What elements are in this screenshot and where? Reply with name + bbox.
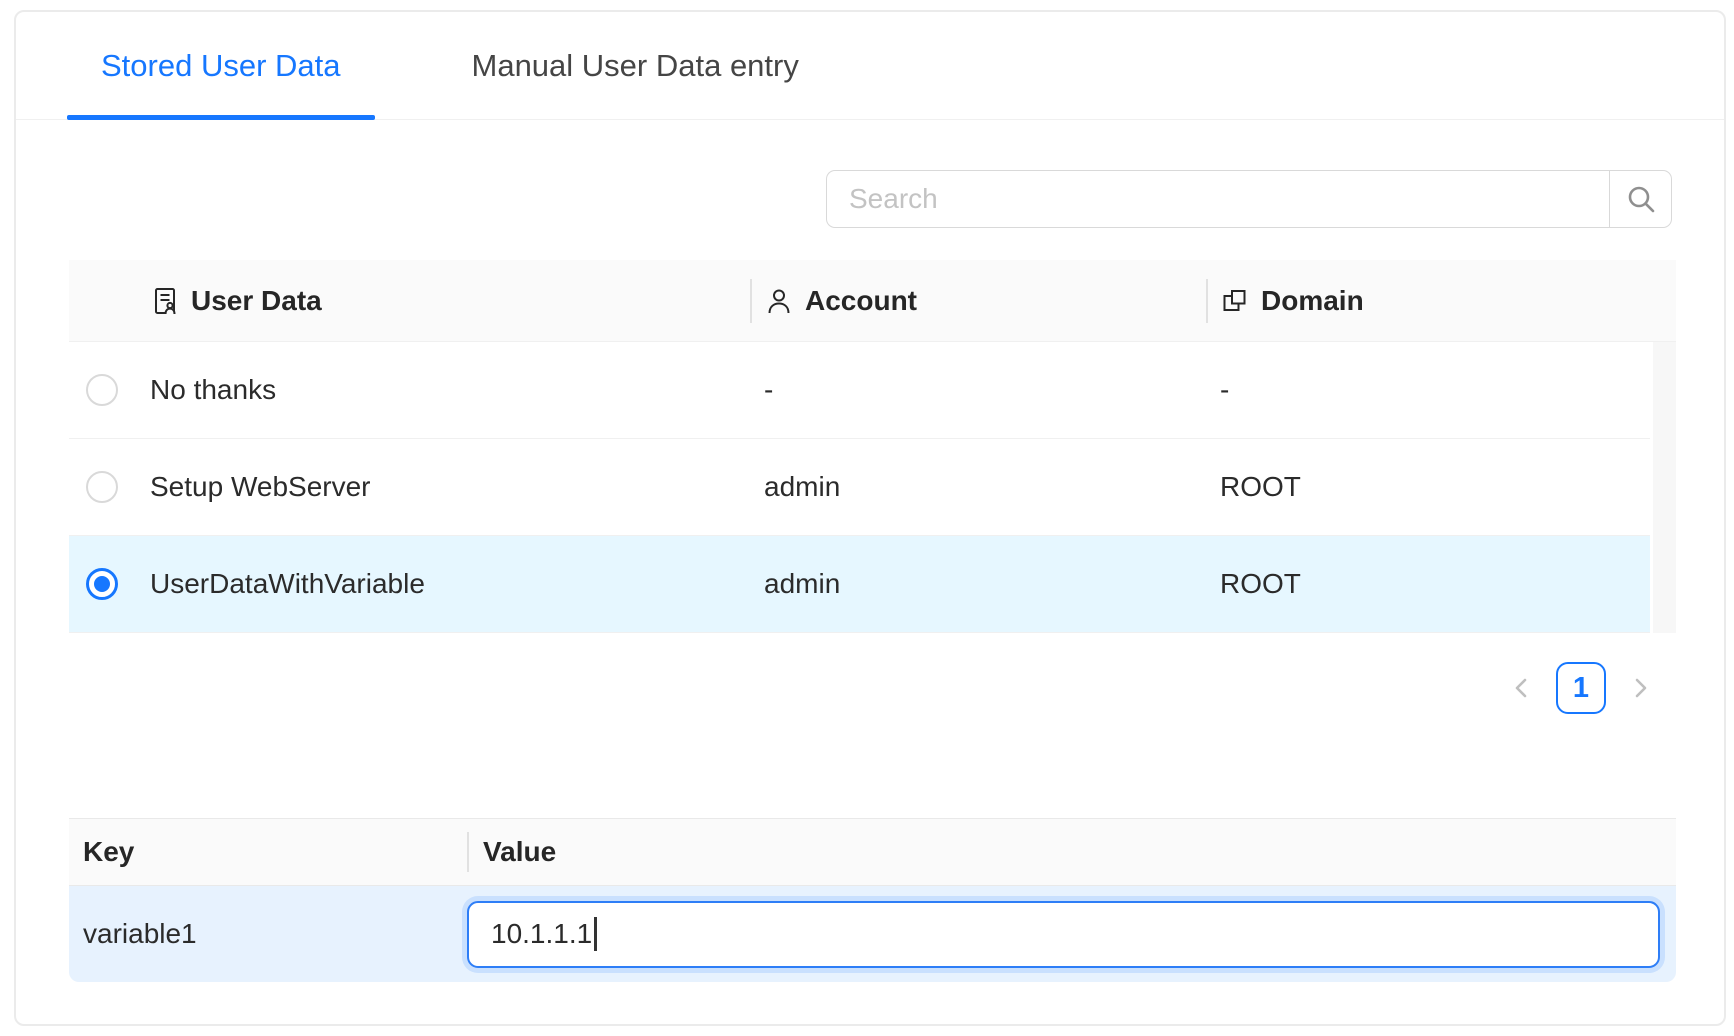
pagination-prev-button[interactable] [1504,670,1540,706]
tab-label: Stored User Data [101,48,341,84]
column-header-account: Account [750,260,1206,341]
user-icon [764,286,794,316]
column-header-domain: Domain [1206,260,1676,341]
kv-header-row: Key Value [69,818,1676,886]
variable-value-input[interactable]: 10.1.1.1 [467,901,1660,968]
column-header-user-data: User Data [150,260,750,341]
search-button[interactable] [1609,170,1672,228]
cell-user-data: No thanks [150,374,750,406]
cell-account: - [750,374,1206,406]
cell-user-data: Setup WebServer [150,471,750,503]
search-group [826,170,1672,228]
column-label: Domain [1261,285,1364,317]
cell-account: admin [750,568,1206,600]
table-row-no-thanks[interactable]: No thanks - - [69,342,1676,439]
column-label: Account [805,285,917,317]
cell-domain: ROOT [1206,471,1647,503]
tab-stored-user-data[interactable]: Stored User Data [67,12,375,119]
tab-bar: Stored User Data Manual User Data entry [16,12,1724,120]
cell-account: admin [750,471,1206,503]
search-input[interactable] [826,170,1609,228]
table-scrollbar[interactable] [1650,342,1676,633]
cell-domain: ROOT [1206,568,1647,600]
table-row-userdatawithvariable[interactable]: UserDataWithVariable admin ROOT [69,536,1676,633]
pagination-next-button[interactable] [1622,670,1658,706]
variable-key: variable1 [69,918,467,950]
table-row-setup-webserver[interactable]: Setup WebServer admin ROOT [69,439,1676,536]
radio-setup-webserver[interactable] [86,471,118,503]
chevron-right-icon [1627,675,1653,701]
cell-domain: - [1206,374,1647,406]
stored-user-data-table: User Data Account [69,260,1676,633]
kv-row-variable1: variable1 10.1.1.1 [69,886,1676,982]
tab-manual-user-data-entry[interactable]: Manual User Data entry [438,12,833,119]
table-body: No thanks - - Setup WebServer admin ROOT [69,342,1676,633]
pagination-page-1[interactable]: 1 [1556,662,1606,714]
column-label: User Data [191,285,322,317]
radio-userdatawithvariable[interactable] [86,568,118,600]
variable-value-text: 10.1.1.1 [491,918,592,950]
cell-user-data: UserDataWithVariable [150,568,750,600]
block-icon [1220,286,1250,316]
radio-no-thanks[interactable] [86,374,118,406]
search-icon [1625,183,1657,215]
table-header-row: User Data Account [69,260,1676,342]
radio-column-header [69,260,150,341]
pagination: 1 [69,660,1672,716]
tab-label: Manual User Data entry [472,48,799,84]
chevron-left-icon [1509,675,1535,701]
user-data-panel: Stored User Data Manual User Data entry [14,10,1726,1026]
column-header-key: Key [69,819,467,885]
text-caret [594,917,597,951]
column-header-value: Value [467,819,1676,885]
variables-table: Key Value variable1 10.1.1.1 [69,818,1676,982]
solution-icon [150,286,180,316]
